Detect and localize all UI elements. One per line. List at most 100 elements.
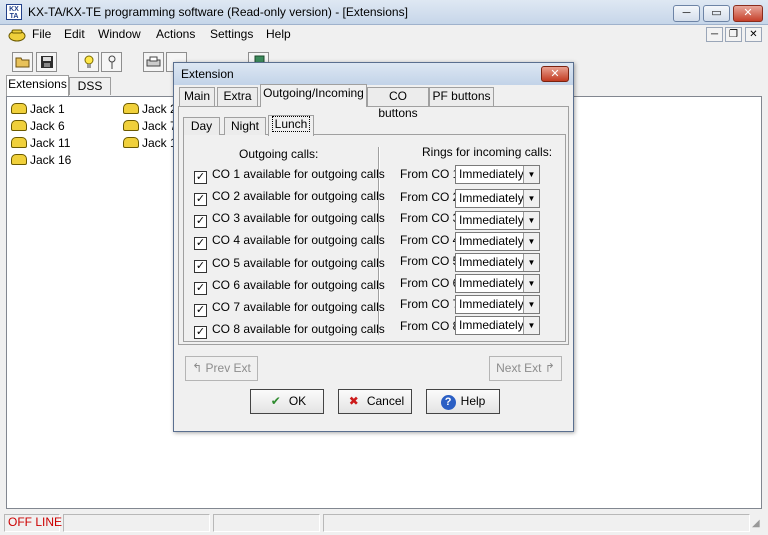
resize-grip-icon[interactable]: ◢ — [752, 518, 764, 530]
dialog-title: Extension — [181, 67, 234, 81]
ok-button[interactable]: ✔ OK — [250, 389, 324, 414]
menu-window[interactable]: Window — [98, 27, 141, 41]
checkbox[interactable]: ✓ — [194, 304, 207, 317]
co8-ring-label: From CO 8: — [400, 319, 463, 333]
phone-icon — [123, 103, 139, 114]
co8-ring-select[interactable]: Immediately ▼ — [455, 316, 540, 335]
chevron-down-icon[interactable]: ▼ — [523, 317, 539, 334]
tab-extensions[interactable]: Extensions — [6, 75, 69, 96]
list-item[interactable]: Jack 7 — [123, 118, 177, 134]
status-cell — [63, 514, 210, 532]
mdi-close-button[interactable]: ✕ — [745, 27, 762, 42]
co7-outgoing-checkbox[interactable]: ✓ CO 7 available for outgoing calls — [194, 300, 385, 317]
phone-icon — [11, 103, 27, 114]
list-item[interactable]: Jack 1 — [11, 101, 71, 117]
tab-co-buttons[interactable]: CO buttons — [367, 87, 429, 120]
tab-main[interactable]: Main — [179, 87, 215, 106]
co2-outgoing-checkbox[interactable]: ✓ CO 2 available for outgoing calls — [194, 189, 385, 206]
co1-ring-label: From CO 1: — [400, 167, 463, 181]
tab-extra[interactable]: Extra — [217, 87, 258, 106]
menu-bar: File Edit Window Actions Settings Help — [0, 25, 768, 45]
co6-ring-select[interactable]: Immediately ▼ — [455, 274, 540, 293]
co1-ring-select[interactable]: Immediately ▼ — [455, 165, 540, 184]
tab-pf-buttons[interactable]: PF buttons — [429, 87, 494, 106]
chevron-down-icon[interactable]: ▼ — [523, 254, 539, 271]
list-item[interactable]: Jack 2 — [123, 101, 177, 117]
key-icon[interactable] — [101, 52, 122, 72]
printer-icon[interactable] — [143, 52, 164, 72]
prev-ext-button[interactable]: ↰ Prev Ext — [185, 356, 258, 381]
checkbox[interactable]: ✓ — [194, 326, 207, 339]
co5-ring-select[interactable]: Immediately ▼ — [455, 253, 540, 272]
status-bar: OFF LINE ◢ — [0, 512, 768, 535]
chevron-down-icon[interactable]: ▼ — [523, 166, 539, 183]
co2-ring-label: From CO 2: — [400, 190, 463, 204]
dialog-close-button[interactable]: ✕ — [541, 66, 569, 82]
checkbox[interactable]: ✓ — [194, 282, 207, 295]
checkbox[interactable]: ✓ — [194, 193, 207, 206]
co3-ring-select[interactable]: Immediately ▼ — [455, 211, 540, 230]
dialog-titlebar — [174, 63, 573, 85]
co6-outgoing-checkbox[interactable]: ✓ CO 6 available for outgoing calls — [194, 278, 385, 295]
co5-ring-label: From CO 5: — [400, 254, 463, 268]
co7-ring-select[interactable]: Immediately ▼ — [455, 295, 540, 314]
co3-outgoing-checkbox[interactable]: ✓ CO 3 available for outgoing calls — [194, 211, 385, 228]
list-item[interactable]: Jack 1 — [123, 135, 177, 151]
co6-ring-label: From CO 6: — [400, 276, 463, 290]
list-item[interactable]: Jack 11 — [11, 135, 71, 151]
save-floppy-icon[interactable] — [36, 52, 57, 72]
menu-file[interactable]: File — [32, 27, 51, 41]
menu-help[interactable]: Help — [266, 27, 291, 41]
co4-ring-label: From CO 4: — [400, 233, 463, 247]
extension-dialog: Extension ✕ Main Extra Outgoing/Incoming… — [173, 62, 574, 432]
mdi-minimize-button[interactable]: ─ — [706, 27, 723, 42]
cancel-button[interactable]: ✖ Cancel — [338, 389, 412, 414]
next-ext-button[interactable]: Next Ext ↱ — [489, 356, 562, 381]
co4-outgoing-checkbox[interactable]: ✓ CO 4 available for outgoing calls — [194, 233, 385, 250]
help-icon: ? — [440, 395, 456, 410]
chevron-down-icon[interactable]: ▼ — [523, 233, 539, 250]
arrow-right-icon: ↱ — [541, 361, 555, 375]
status-offline: OFF LINE — [8, 515, 63, 529]
co5-outgoing-checkbox[interactable]: ✓ CO 5 available for outgoing calls — [194, 256, 385, 273]
lightbulb-icon[interactable] — [78, 52, 99, 72]
list-item[interactable]: Jack 16 — [11, 152, 71, 168]
menu-edit[interactable]: Edit — [64, 27, 85, 41]
help-button[interactable]: ? Help — [426, 389, 500, 414]
close-icon: ✖ — [348, 394, 359, 408]
window-close-button[interactable]: ✕ — [733, 5, 763, 22]
checkbox[interactable]: ✓ — [194, 260, 207, 273]
chevron-down-icon[interactable]: ▼ — [523, 190, 539, 207]
chevron-down-icon[interactable]: ▼ — [523, 296, 539, 313]
window-minimize-button[interactable]: ─ — [673, 5, 700, 22]
tab-dss[interactable]: DSS — [69, 77, 111, 95]
check-icon: ✔ — [270, 394, 281, 408]
phone-icon — [123, 120, 139, 131]
phone-menu-icon[interactable] — [8, 28, 26, 42]
phone-icon — [11, 154, 27, 165]
co4-ring-select[interactable]: Immediately ▼ — [455, 232, 540, 251]
phone-icon — [11, 137, 27, 148]
tab-outgoing-incoming[interactable]: Outgoing/Incoming — [260, 84, 367, 107]
co1-outgoing-checkbox[interactable]: ✓ CO 1 available for outgoing calls — [194, 167, 385, 184]
window-title: KX-TA/KX-TE programming software (Read-o… — [28, 5, 408, 19]
phone-icon — [123, 137, 139, 148]
subtab-lunch[interactable]: Lunch — [268, 115, 314, 136]
checkbox[interactable]: ✓ — [194, 171, 207, 184]
checkbox[interactable]: ✓ — [194, 215, 207, 228]
co8-outgoing-checkbox[interactable]: ✓ CO 8 available for outgoing calls — [194, 322, 385, 339]
subtab-day[interactable]: Day — [183, 117, 220, 135]
chevron-down-icon[interactable]: ▼ — [523, 212, 539, 229]
incoming-rings-heading: Rings for incoming calls: — [422, 145, 553, 159]
menu-actions[interactable]: Actions — [156, 27, 195, 41]
checkbox[interactable]: ✓ — [194, 237, 207, 250]
window-maximize-button[interactable]: ▭ — [703, 5, 730, 22]
subtab-night[interactable]: Night — [224, 117, 266, 135]
mdi-restore-button[interactable]: ❐ — [725, 27, 742, 42]
menu-settings[interactable]: Settings — [210, 27, 253, 41]
list-item[interactable]: Jack 6 — [11, 118, 71, 134]
chevron-down-icon[interactable]: ▼ — [523, 275, 539, 292]
app-icon: KX TA — [6, 4, 22, 20]
co2-ring-select[interactable]: Immediately ▼ — [455, 189, 540, 208]
open-folder-icon[interactable] — [12, 52, 33, 72]
